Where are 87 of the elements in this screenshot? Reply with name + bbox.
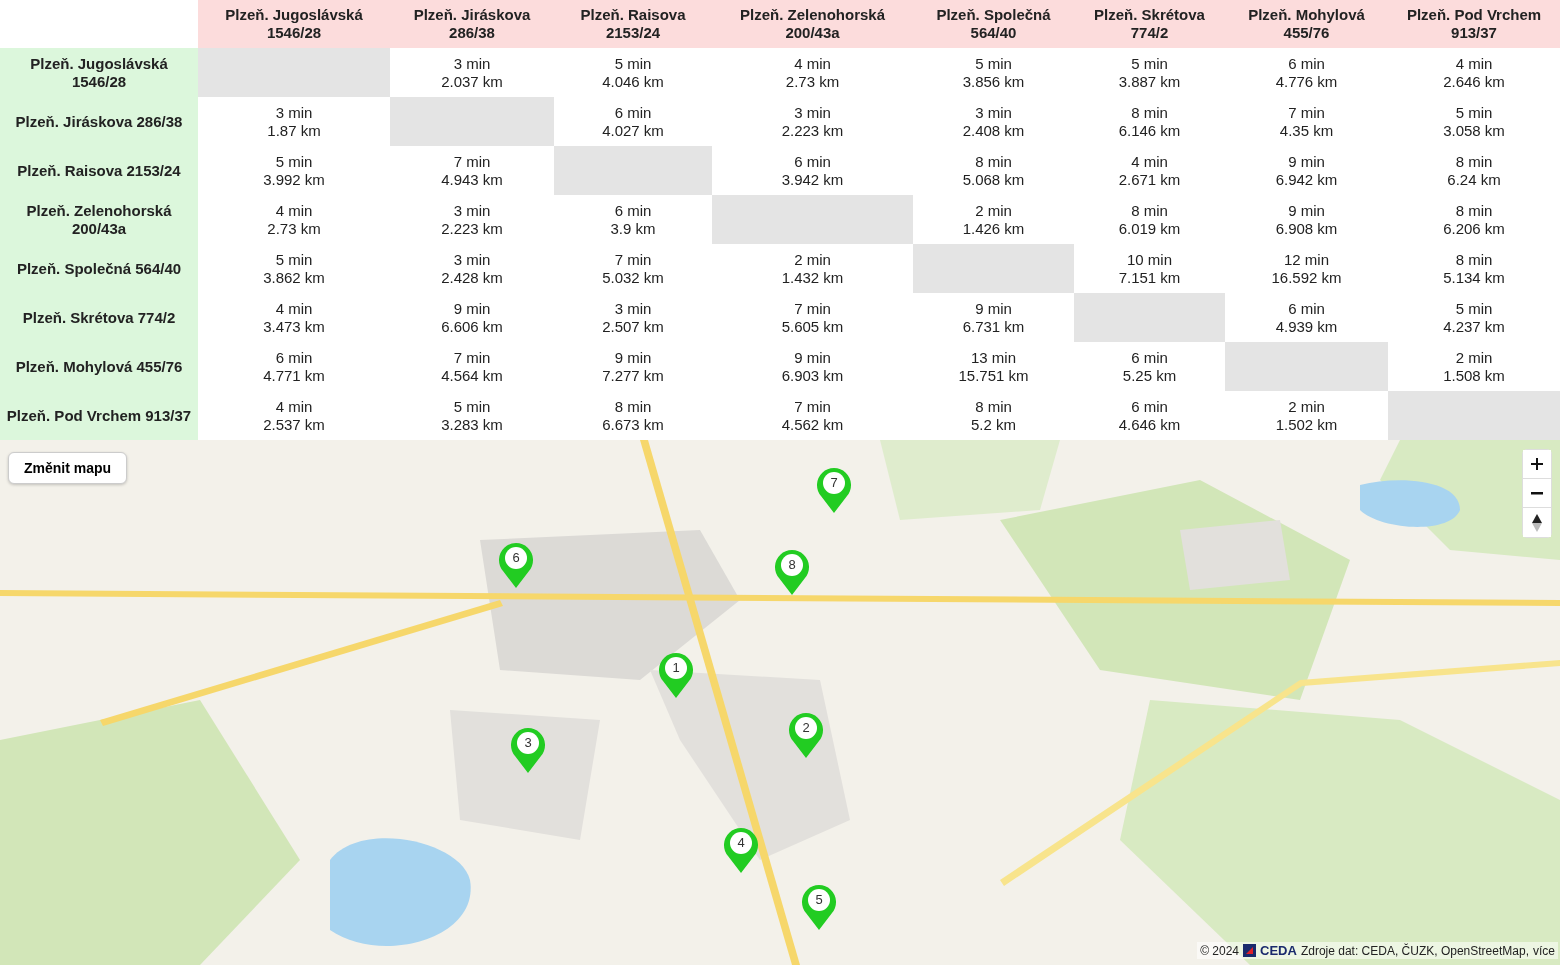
table-cell-text: 4 min 2.537 km xyxy=(262,396,326,435)
table-cell-text: 7 min 4.564 km xyxy=(440,347,504,386)
table-cell-text: 7 min 5.032 km xyxy=(601,249,665,288)
table-cell-text: 2 min 1.432 km xyxy=(780,249,845,288)
table-cell-text: 6 min 4.771 km xyxy=(262,347,326,386)
table-cell-text: 9 min 6.903 km xyxy=(780,347,845,386)
row-header: Plzeň. Jiráskova 286/38 xyxy=(0,97,198,146)
table-cell-text: 7 min 5.605 km xyxy=(780,298,845,337)
map-pin[interactable]: 6 xyxy=(498,541,534,589)
row-header: Plzeň. Pod Vrchem 913/37 xyxy=(0,391,198,440)
table-cell-text: 9 min 6.908 km xyxy=(1274,200,1339,239)
column-header: Plzeň. Společná 564/40 xyxy=(913,0,1074,48)
table-cell-text: 5 min 4.237 km xyxy=(1442,298,1506,337)
table-cell-text: 6 min 4.646 km xyxy=(1117,396,1182,435)
map-pin[interactable]: 2 xyxy=(788,711,824,759)
table-cell-text: 12 min 16.592 km xyxy=(1270,249,1343,288)
table-cell-text: 6 min 4.776 km xyxy=(1274,53,1339,92)
column-header: Plzeň. Jugoslávská 1546/28 xyxy=(198,0,390,48)
table-cell-text: 5 min 3.887 km xyxy=(1117,53,1182,92)
data-sources: Zdroje dat: CEDA, ČUZK, OpenStreetMap, xyxy=(1300,943,1529,958)
table-cell-text: 8 min 5.134 km xyxy=(1442,249,1506,288)
table-cell-text: 3 min 2.428 km xyxy=(440,249,504,288)
table-cell-text: 5 min 3.992 km xyxy=(262,151,326,190)
table-cell-text: 8 min 6.206 km xyxy=(1442,200,1506,239)
table-cell-text: 6 min 4.939 km xyxy=(1274,298,1339,337)
table-cell-text: 9 min 7.277 km xyxy=(601,347,665,386)
table-cell-text: 3 min 2.223 km xyxy=(440,200,504,239)
table-cell-text: 6 min 4.027 km xyxy=(601,102,665,141)
table-cell-text: 6 min 3.942 km xyxy=(780,151,845,190)
logo-icon xyxy=(1243,944,1257,957)
table-cell-text: 3 min 2.408 km xyxy=(961,102,1026,141)
row-header: Plzeň. Skrétova 774/2 xyxy=(0,293,198,342)
row-header: Plzeň. Zelenohorská 200/43a xyxy=(0,195,198,244)
brand-name: CEDA xyxy=(1260,943,1297,958)
row-header: Plzeň. Mohylová 455/76 xyxy=(0,342,198,391)
table-cell-text: 5 min 3.058 km xyxy=(1442,102,1506,141)
table-cell-text: 6 min 3.9 km xyxy=(609,200,657,239)
map-pin[interactable]: 5 xyxy=(801,883,837,931)
more-link[interactable]: více xyxy=(1533,943,1555,958)
table-cell-text: 4 min 2.646 km xyxy=(1442,53,1506,92)
table-cell-text: 5 min 4.046 km xyxy=(601,53,665,92)
map-pin[interactable]: 3 xyxy=(510,726,546,774)
table-cell-text: 9 min 6.606 km xyxy=(440,298,504,337)
table-cell-text: 9 min 6.942 km xyxy=(1274,151,1339,190)
table-cell-text: 2 min 1.508 km xyxy=(1442,347,1506,386)
table-cell-text: 4 min 2.73 km xyxy=(784,53,841,92)
table-cell-text: 8 min 5.068 km xyxy=(961,151,1026,190)
column-header: Plzeň. Zelenohorská 200/43a xyxy=(712,0,913,48)
table-cell-text: 9 min 6.731 km xyxy=(961,298,1026,337)
column-header: Plzeň. Raisova 2153/24 xyxy=(554,0,712,48)
table-cell-text: 3 min 2.037 km xyxy=(440,53,504,92)
table-cell-text: 3 min 1.87 km xyxy=(266,102,322,141)
table-cell-text: 5 min 3.856 km xyxy=(961,53,1026,92)
column-header: Plzeň. Jiráskova 286/38 xyxy=(390,0,554,48)
table-cell-text: 4 min 2.73 km xyxy=(266,200,322,239)
zoom-in-icon[interactable] xyxy=(1523,450,1551,479)
table-cell-text: 13 min 15.751 km xyxy=(957,347,1030,386)
table-cell-text: 3 min 2.507 km xyxy=(601,298,665,337)
map-pin[interactable]: 8 xyxy=(774,548,810,596)
table-cell-text: 3 min 2.223 km xyxy=(780,102,845,141)
table-cell-text: 8 min 6.24 km xyxy=(1446,151,1502,190)
table-cell-text: 5 min 3.862 km xyxy=(262,249,326,288)
column-header: Plzeň. Skrétova 774/2 xyxy=(1074,0,1225,48)
map-pin[interactable]: 1 xyxy=(658,651,694,699)
column-header: Plzeň. Mohylová 455/76 xyxy=(1225,0,1388,48)
table-cell-text: 6 min 5.25 km xyxy=(1121,347,1178,386)
table-cell-text: 8 min 6.146 km xyxy=(1117,102,1182,141)
table-cell-text: 4 min 3.473 km xyxy=(262,298,326,337)
map-pin[interactable]: 7 xyxy=(816,466,852,514)
table-cell-text: 7 min 4.35 km xyxy=(1278,102,1335,141)
table-cell-text: 4 min 2.671 km xyxy=(1117,151,1182,190)
row-header: Plzeň. Společná 564/40 xyxy=(0,244,198,293)
table-cell-text: 2 min 1.502 km xyxy=(1274,396,1339,435)
map-pin[interactable]: 4 xyxy=(723,826,759,874)
table-cell-text: 7 min 4.943 km xyxy=(440,151,504,190)
table-cell-text: 2 min 1.426 km xyxy=(961,200,1026,239)
row-header: Plzeň. Raisova 2153/24 xyxy=(0,146,198,195)
column-header: Plzeň. Pod Vrchem 913/37 xyxy=(1388,0,1560,48)
table-cell-text: 8 min 6.019 km xyxy=(1117,200,1182,239)
table-cell-text: 5 min 3.283 km xyxy=(440,396,504,435)
table-cell-text: 10 min 7.151 km xyxy=(1117,249,1182,288)
table-cell-text: 8 min 6.673 km xyxy=(601,396,665,435)
change-map-button[interactable]: Změnit mapu xyxy=(8,452,128,484)
table-cell-text: 8 min 5.2 km xyxy=(970,396,1017,435)
table-cell-text: 7 min 4.562 km xyxy=(780,396,845,435)
row-header: Plzeň. Jugoslávská 1546/28 xyxy=(0,48,198,97)
copyright-text: © 2024 xyxy=(1200,943,1240,958)
